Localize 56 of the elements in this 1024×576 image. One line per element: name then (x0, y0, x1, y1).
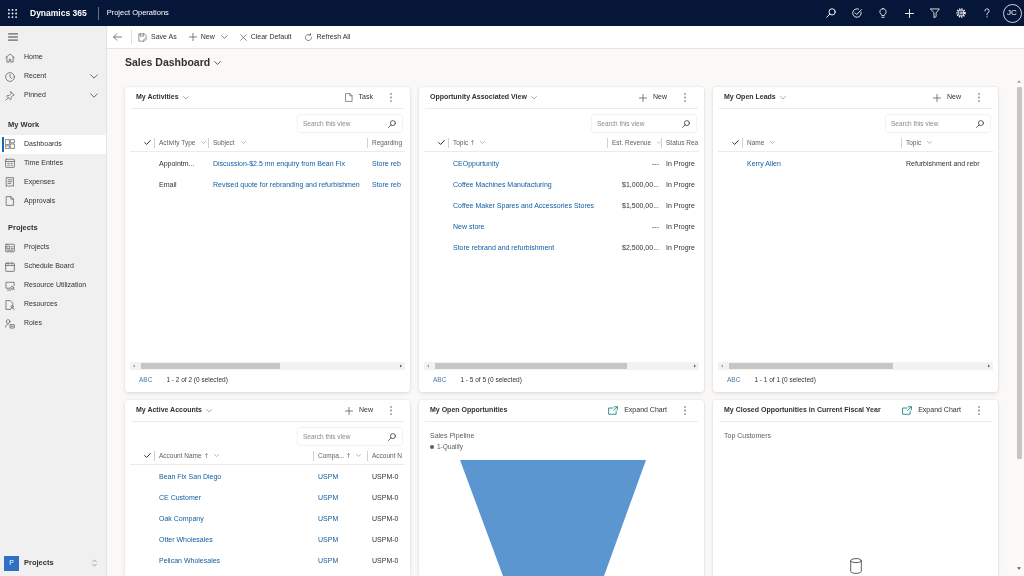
check-circle-icon[interactable] (852, 8, 862, 18)
app-name[interactable]: Dynamics 365 (30, 6, 87, 20)
plus-icon (345, 406, 353, 415)
checkmark-icon[interactable] (732, 140, 739, 145)
card-icon (5, 242, 15, 253)
scroll-right-icon[interactable] (694, 364, 696, 368)
checkmark-icon[interactable] (144, 140, 151, 145)
chevron-icon[interactable] (90, 74, 98, 79)
back-arrow-icon (113, 33, 122, 41)
expand-chart-icon (902, 406, 913, 415)
legend-dot-icon (430, 444, 434, 449)
plus-icon[interactable] (904, 8, 914, 18)
chevron-down-icon (182, 95, 189, 100)
search-icon[interactable] (826, 8, 836, 18)
calendar-icon (5, 261, 15, 272)
pin-icon (5, 90, 15, 101)
calendar-icon (5, 158, 15, 168)
dashboard-icon (5, 139, 15, 149)
chevron-down-icon (214, 61, 222, 65)
chevron-down-icon[interactable] (220, 35, 228, 39)
scrollbar-thumb[interactable] (141, 363, 280, 369)
expand-chart-icon (608, 406, 619, 415)
chevron-down-icon (779, 95, 786, 100)
plus-icon (639, 93, 647, 102)
scrollbar-thumb[interactable] (729, 363, 893, 369)
checkmark-icon[interactable] (144, 453, 151, 458)
scroll-right-icon[interactable] (400, 364, 402, 368)
checkmark-icon[interactable] (438, 140, 445, 145)
person-badge-icon (5, 318, 15, 329)
database-icon (849, 558, 862, 574)
filter-icon[interactable] (930, 8, 940, 18)
document-person-icon (5, 299, 15, 310)
plus-icon (933, 93, 941, 102)
scrollbar-thumb[interactable] (435, 363, 627, 369)
cross-icon (239, 33, 247, 41)
lightbulb-icon[interactable] (879, 8, 887, 18)
document-icon (344, 93, 353, 102)
document-icon (5, 196, 15, 206)
help-icon[interactable] (984, 8, 990, 18)
save-icon (138, 32, 147, 42)
receipt-icon (5, 177, 15, 187)
scroll-right-icon[interactable] (988, 364, 990, 368)
chevron-down-icon (206, 408, 212, 413)
menu-icon[interactable] (8, 33, 18, 41)
settings-icon[interactable] (956, 8, 966, 18)
chevron-icon[interactable] (90, 93, 98, 98)
chevron-down-icon (530, 95, 537, 100)
scrollbar-thumb[interactable] (1016, 87, 1022, 459)
dashboard-selector[interactable]: Sales Dashboard (125, 55, 222, 71)
scroll-down-icon[interactable] (1017, 567, 1021, 570)
plus-icon (188, 33, 197, 41)
monitor-search-icon (5, 280, 15, 291)
waffle-menu-icon[interactable] (8, 8, 17, 18)
refresh-icon (303, 32, 313, 42)
clock-icon (5, 71, 15, 82)
home-icon (5, 52, 15, 63)
